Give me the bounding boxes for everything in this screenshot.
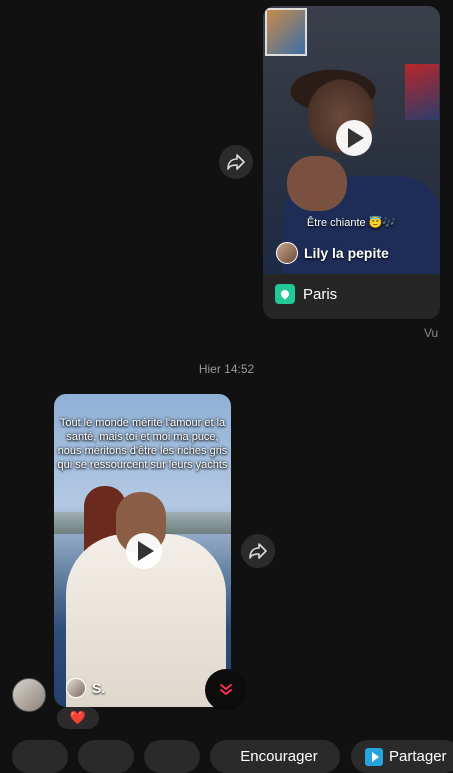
author-name: S. — [92, 680, 106, 696]
share-label: Partager — [389, 748, 447, 765]
quick-reply-chip[interactable] — [78, 740, 134, 773]
encourage-label: Encourager — [240, 748, 318, 765]
location-label: Paris — [303, 285, 338, 303]
share-app-icon — [365, 747, 383, 766]
received-video-thumbnail[interactable]: Tout le monde mérite l'amour et la santé… — [54, 394, 231, 707]
author-name: Lily la pepite — [304, 245, 389, 261]
wall-poster — [405, 64, 439, 120]
sent-video-thumbnail[interactable]: Être chiante 😇🎶 Lily la pepite — [263, 6, 440, 274]
location-tag[interactable]: Paris — [275, 284, 337, 304]
share-arrow-icon — [227, 154, 245, 170]
video-caption: Tout le monde mérite l'amour et la santé… — [57, 417, 228, 471]
location-pin-icon — [275, 284, 295, 304]
quick-reply-chip[interactable] — [144, 740, 200, 773]
encourage-chip[interactable]: Encourager — [210, 740, 340, 773]
received-video-card[interactable]: Tout le monde mérite l'amour et la santé… — [54, 394, 231, 707]
video-author: Lily la pepite — [276, 242, 389, 264]
seen-status: Vu — [424, 326, 439, 340]
author-avatar — [276, 242, 298, 264]
message-timestamp: Hier 14:52 — [198, 362, 255, 376]
scroll-down-button[interactable] — [205, 669, 247, 711]
quick-reply-chip[interactable] — [12, 740, 68, 773]
share-button[interactable] — [219, 145, 253, 179]
share-chip[interactable]: Partager — [351, 740, 453, 773]
sent-video-card[interactable]: Être chiante 😇🎶 Lily la pepite Paris — [263, 6, 440, 319]
person-hand — [287, 156, 347, 211]
sender-avatar[interactable] — [12, 678, 46, 712]
double-chevron-down-icon — [220, 684, 232, 695]
author-avatar — [66, 678, 86, 698]
heart-reaction: ❤️ — [69, 710, 87, 725]
play-icon[interactable] — [336, 120, 372, 156]
reaction-badge[interactable]: ❤️ — [57, 707, 99, 729]
video-caption: Être chiante 😇🎶 — [306, 217, 397, 229]
play-icon[interactable] — [126, 533, 162, 569]
video-author: S. — [66, 678, 105, 698]
share-arrow-icon — [249, 543, 267, 559]
share-button[interactable] — [241, 534, 275, 568]
wall-poster — [265, 8, 307, 56]
